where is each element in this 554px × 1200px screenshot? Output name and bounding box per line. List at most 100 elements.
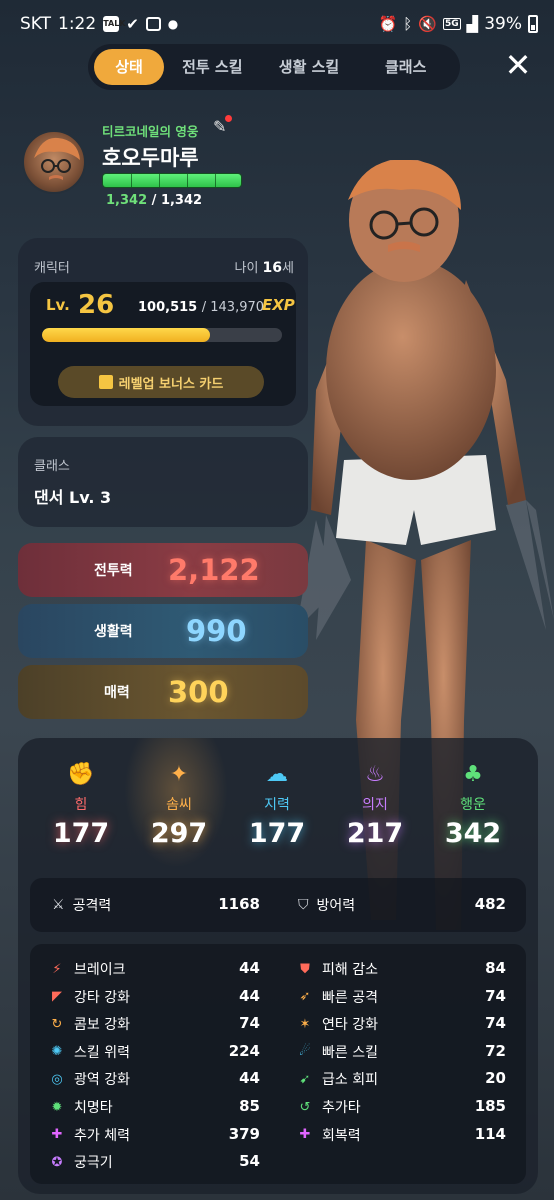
tab-life-skill[interactable]: 생활 스킬	[261, 49, 358, 85]
substat-row[interactable]: ✹ 치명타	[48, 1096, 113, 1118]
substat-row[interactable]: ✺ 스킬 위력	[48, 1041, 130, 1063]
multi-hit-icon: ✶	[299, 1016, 311, 1032]
levelup-bonus-card-label: 레벨업 보너스 카드	[118, 376, 224, 392]
attr-will[interactable]: ♨ 의지 217	[330, 762, 420, 849]
exp-bar	[42, 328, 282, 342]
battery-icon	[528, 15, 538, 33]
levelup-bonus-card-button[interactable]: 레벨업 보너스 카드	[58, 366, 264, 398]
class-section-label: 클래스	[34, 459, 70, 474]
exp-text: 100,515 / 143,970	[138, 300, 265, 315]
substat-row[interactable]: ☄ 빠른 스킬	[296, 1041, 378, 1063]
age-suffix: 세	[282, 261, 294, 276]
hp-text: 1,342 / 1,342	[106, 193, 203, 208]
attack-value: 1168	[218, 895, 260, 913]
age-prefix: 나이	[234, 261, 259, 276]
substat-label: 브레이크	[74, 962, 126, 978]
substat-row[interactable]: ⚡ 브레이크	[48, 958, 126, 980]
clock-text: 1:22	[58, 14, 97, 34]
substat-row[interactable]: ✪ 궁극기	[48, 1151, 113, 1173]
substat-value: 44	[239, 986, 260, 1005]
character-panel: 캐릭터 나이 16세 Lv. 26 100,515 / 143,970 EXP …	[18, 238, 308, 426]
character-section-label: 캐릭터	[34, 261, 70, 276]
attr-name: 힘	[74, 797, 88, 813]
tab-class[interactable]: 클래스	[357, 49, 454, 85]
evade-icon: ➹	[299, 1071, 311, 1087]
attr-intelligence[interactable]: ☁ 지력 177	[232, 762, 322, 849]
substat-value: 114	[474, 1124, 506, 1143]
charm: 매력 300	[18, 665, 308, 719]
substat-row[interactable]: ✚ 추가 체력	[48, 1124, 130, 1146]
fast-attack-icon: ➶	[299, 989, 311, 1005]
attack-defense-panel: ⚔ 공격력 1168 ⛉ 방어력 482	[30, 878, 526, 932]
substat-value: 54	[239, 1152, 260, 1171]
character-title: 티르코네일의 영웅	[102, 124, 199, 139]
attr-name: 지력	[264, 797, 290, 813]
charm-value: 300	[168, 675, 229, 709]
substats-panel: ⚡ 브레이크 44 ◤ 강타 강화 44 ↻ 콤보 강화 74 ✺ 스킬 위력 224 ◎ 광역 강화 44…	[30, 944, 526, 1184]
substat-row[interactable]: ↺ 추가타	[296, 1096, 361, 1118]
class-panel[interactable]: 클래스 댄서 Lv. 3	[18, 437, 308, 527]
substat-value: 74	[239, 1014, 260, 1033]
character-name: 호오두마루	[102, 146, 199, 170]
attr-name: 솜씨	[166, 797, 192, 813]
brain-icon: ☁	[266, 762, 288, 787]
stats-panel: ✊ 힘 177 ✦ 솜씨 297 ☁ 지력 177 ♨ 의지 217 ♣ 행운 …	[18, 738, 538, 1194]
extra-hp-icon: ✚	[51, 1127, 63, 1143]
attr-luck[interactable]: ♣ 행운 342	[428, 762, 518, 849]
exp-badge-icon: EXP	[262, 296, 295, 314]
close-button[interactable]: ✕	[498, 46, 538, 86]
combat-power-label: 전투력	[94, 563, 133, 579]
substat-label: 궁극기	[74, 1155, 113, 1172]
tab-status[interactable]: 상태	[94, 49, 164, 85]
substat-row[interactable]: ◤ 강타 강화	[48, 986, 130, 1008]
sword-icon: ⚔	[52, 897, 65, 913]
edit-title-icon[interactable]: ✎	[213, 115, 235, 139]
tab-bar: 상태 전투 스킬 생활 스킬 클래스	[88, 44, 460, 90]
exp-bar-fill	[42, 328, 210, 342]
substat-value: 20	[485, 1069, 506, 1088]
substat-label: 콤보 강화	[74, 1017, 130, 1034]
area-icon: ◎	[51, 1071, 63, 1087]
substat-label: 급소 회피	[322, 1072, 378, 1089]
substat-row[interactable]: ➹ 급소 회피	[296, 1068, 378, 1090]
substat-row[interactable]: ✶ 연타 강화	[296, 1013, 378, 1035]
avatar[interactable]	[22, 130, 86, 194]
attr-strength[interactable]: ✊ 힘 177	[36, 762, 126, 849]
substat-value: 84	[485, 959, 506, 977]
attr-dexterity[interactable]: ✦ 솜씨 297	[134, 762, 224, 849]
substat-label: 피해 감소	[322, 962, 378, 978]
signal-icon: ▟	[466, 15, 479, 33]
tab-combat-skill[interactable]: 전투 스킬	[164, 49, 261, 85]
substat-label: 빠른 스킬	[322, 1044, 378, 1061]
damage-reduce-icon: ⛊	[300, 961, 310, 977]
attr-value: 297	[150, 818, 208, 849]
substat-value: 379	[228, 1124, 260, 1143]
life-power-label: 생활력	[94, 624, 133, 640]
defense-value: 482	[474, 895, 506, 913]
hp-bar	[102, 173, 242, 188]
image-icon	[145, 17, 161, 31]
level-label: Lv.	[46, 296, 70, 314]
skill-power-icon: ✺	[51, 1044, 63, 1060]
card-icon	[98, 375, 113, 389]
attack-row[interactable]: ⚔ 공격력	[52, 895, 111, 915]
substat-row[interactable]: ⛊ 피해 감소	[296, 958, 378, 980]
check-icon: ✔	[126, 15, 139, 33]
substat-label: 추가 체력	[74, 1127, 130, 1144]
substat-row[interactable]: ➶ 빠른 공격	[296, 986, 378, 1008]
substat-row[interactable]: ↻ 콤보 강화	[48, 1013, 130, 1035]
critical-icon: ✹	[51, 1099, 63, 1115]
clover-icon: ♣	[463, 762, 483, 787]
smash-icon: ◤	[52, 989, 62, 1005]
carrier-text: SKT	[20, 14, 52, 34]
talk-icon: TALK	[103, 16, 126, 32]
sparkle-hand-icon: ✦	[169, 762, 189, 787]
class-value: 댄서 Lv. 3	[34, 488, 112, 507]
substat-row[interactable]: ◎ 광역 강화	[48, 1068, 130, 1090]
substat-row[interactable]: ✚ 회복력	[296, 1124, 361, 1146]
substat-value: 185	[474, 1097, 506, 1115]
hp-current: 1,342	[106, 193, 148, 208]
defense-row[interactable]: ⛉ 방어력	[298, 895, 355, 915]
flame-icon: ♨	[365, 762, 385, 787]
attr-value: 177	[52, 818, 110, 849]
